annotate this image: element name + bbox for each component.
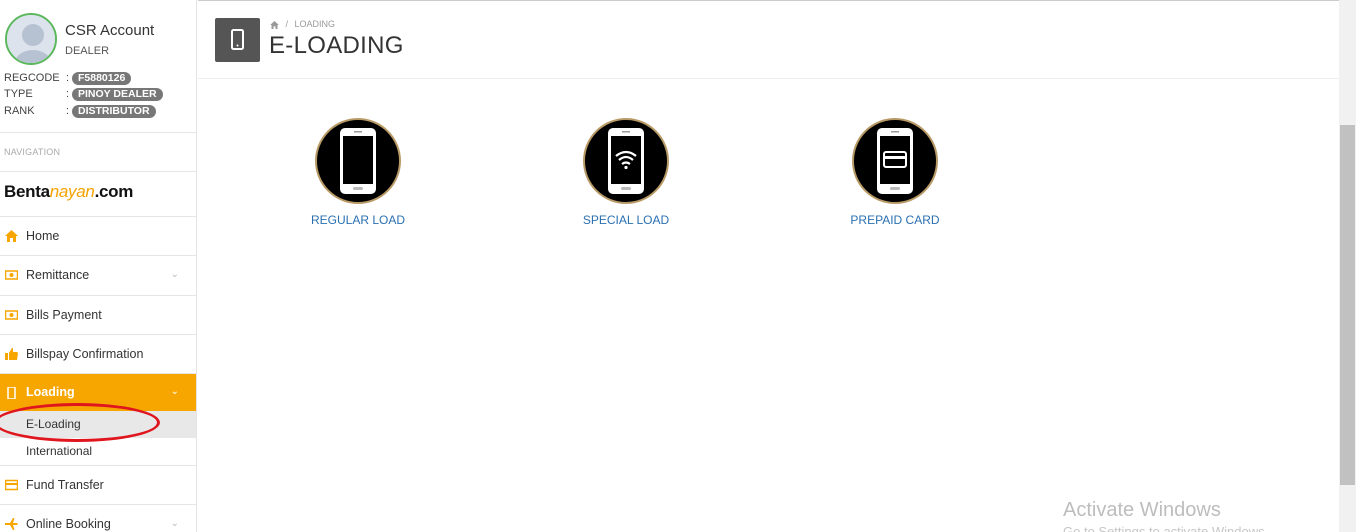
page-header: / LOADING E-LOADING (198, 1, 1339, 79)
tile-label[interactable]: SPECIAL LOAD (556, 213, 696, 227)
activate-windows-watermark: Activate Windows (1063, 499, 1221, 521)
rank-label: RANK (4, 105, 35, 117)
home-icon[interactable] (270, 20, 279, 29)
sidebar-item-home[interactable]: Home (0, 217, 196, 257)
sidebar-item-loading[interactable]: Loading ⌄ (0, 374, 196, 412)
sidebar-subitem-international[interactable]: International (0, 438, 196, 465)
brand-part-2: nayan (49, 182, 95, 201)
credit-card-icon (5, 479, 18, 491)
mobile-phone-icon (7, 387, 16, 400)
sidebar: CSR Account DEALER REGCODE: F5880126 TYPE… (0, 0, 197, 532)
sidebar-item-label: Loading (26, 385, 75, 400)
sidebar-item-label: Home (26, 229, 60, 243)
chevron-down-icon: ⌄ (170, 269, 179, 281)
brand-logo[interactable]: Bentanayan.com (0, 172, 196, 217)
sidebar-item-label: Bills Payment (26, 307, 102, 322)
sidebar-item-label: Remittance (26, 268, 90, 283)
chevron-down-icon: ⌄ (170, 518, 179, 530)
nav-heading: NAVIGATION (0, 133, 196, 172)
sidebar-subitem-e-loading[interactable]: E-Loading (0, 411, 196, 439)
loading-submenu: E-Loading International (0, 411, 196, 467)
breadcrumb-separator: / (285, 19, 289, 29)
breadcrumb-loading[interactable]: LOADING (295, 19, 336, 29)
regcode-badge: F5880126 (72, 72, 132, 85)
plane-icon (5, 518, 18, 531)
sidebar-item-label: Billspay Confirmation (26, 346, 144, 361)
avatar[interactable] (5, 13, 57, 65)
scrollbar-thumb[interactable] (1340, 125, 1355, 485)
money-icon (5, 309, 18, 320)
sidebar-item-label: Fund Transfer (26, 478, 104, 493)
money-icon (5, 270, 18, 281)
nav-list: Home Remittance ⌄ Bills Payment Billspay… (0, 217, 196, 532)
sidebar-item-fund-transfer[interactable]: Fund Transfer (0, 466, 196, 506)
main-content: / LOADING E-LOADING REGULAR LOAD SPECIAL… (198, 0, 1339, 532)
app-window: CSR Account DEALER REGCODE: F5880126 TYPE… (0, 0, 1356, 532)
brand-part-1: Benta (4, 182, 50, 201)
phone-icon (315, 118, 401, 204)
phone-card-icon (852, 118, 938, 204)
type-badge: PINOY DEALER (72, 88, 163, 101)
account-role: DEALER (65, 45, 110, 57)
regcode-label: REGCODE (4, 72, 60, 84)
sidebar-item-remittance[interactable]: Remittance ⌄ (0, 256, 196, 296)
page-title: E-LOADING (269, 32, 404, 59)
rank-badge: DISTRIBUTOR (72, 105, 156, 118)
regcode-row: REGCODE: F5880126 (4, 71, 132, 85)
brand-part-3: .com (94, 182, 134, 201)
sidebar-item-online-booking[interactable]: Online Booking ⌄ (0, 505, 196, 532)
rank-row: RANK: DISTRIBUTOR (4, 104, 156, 118)
chevron-down-icon: ⌄ (170, 386, 179, 398)
type-row: TYPE: PINOY DEALER (4, 87, 163, 101)
phone-wifi-icon (583, 118, 669, 204)
activate-windows-subtext: Go to Settings to activate Windows. (1063, 524, 1269, 532)
type-label: TYPE (4, 88, 33, 100)
tile-label[interactable]: PREPAID CARD (825, 213, 965, 227)
home-icon (5, 230, 18, 242)
mobile-phone-icon (215, 18, 260, 62)
sidebar-item-billspay-confirmation[interactable]: Billspay Confirmation (0, 335, 196, 375)
thumbs-up-icon (5, 347, 18, 360)
account-name: CSR Account (65, 22, 155, 39)
tile-label[interactable]: REGULAR LOAD (288, 213, 428, 227)
profile-panel: CSR Account DEALER REGCODE: F5880126 TYPE… (0, 0, 196, 133)
sidebar-item-label: Online Booking (26, 517, 111, 532)
breadcrumb: / LOADING (270, 19, 335, 29)
sidebar-item-bills-payment[interactable]: Bills Payment (0, 296, 196, 335)
